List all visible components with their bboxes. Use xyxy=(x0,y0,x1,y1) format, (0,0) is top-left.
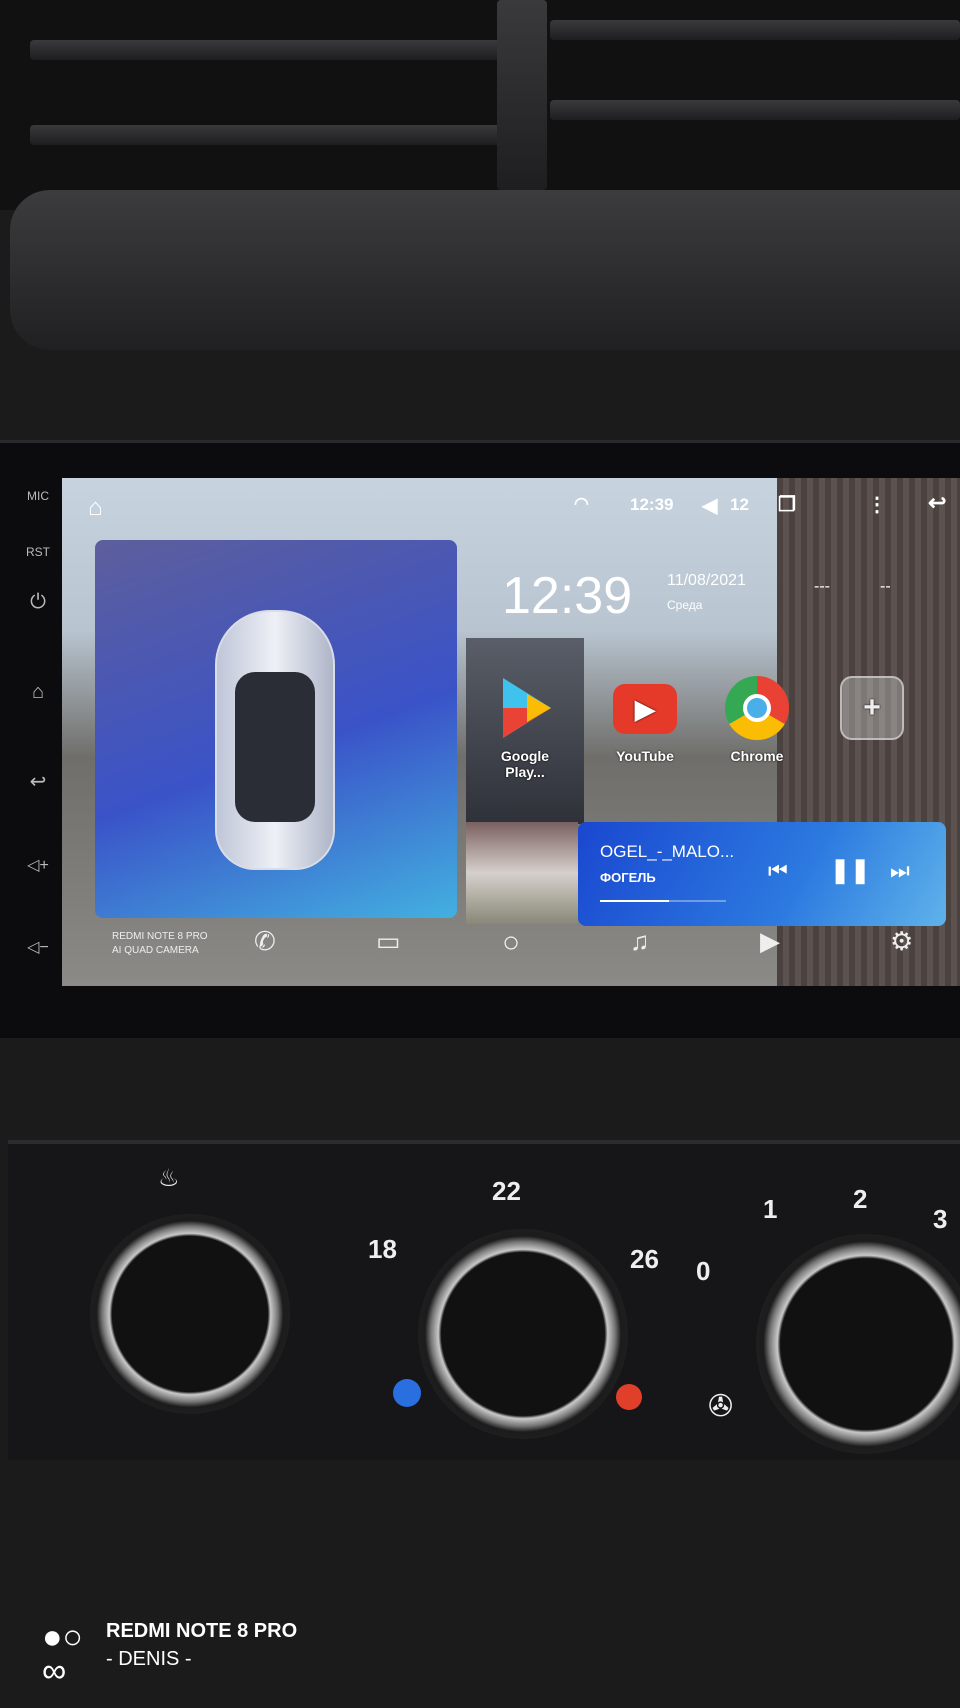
app-chrome[interactable]: Chrome xyxy=(712,676,802,764)
status-bar: ⌂ ◠ 12:39 ◀ 12 ❐ ⋮ ↩ xyxy=(62,478,960,534)
pause-icon[interactable]: ❚❚ xyxy=(830,856,870,885)
radio-icon[interactable]: ▭ xyxy=(376,926,401,957)
clock-widget[interactable]: 12:39 xyxy=(502,566,632,626)
fan-speed-knob[interactable] xyxy=(756,1234,960,1454)
dashboard-trim xyxy=(10,190,960,350)
climate-control-panel: ♨ 18 22 26 0 1 2 3 ✇ xyxy=(8,1140,960,1460)
reset-button[interactable]: RST xyxy=(8,545,68,559)
power-icon[interactable]: ⏻ xyxy=(8,591,68,614)
fan-label-1: 1 xyxy=(763,1194,778,1224)
status-time: 12:39 xyxy=(630,495,674,514)
back-icon[interactable]: ↩ xyxy=(928,490,946,516)
car-top-view-image xyxy=(215,610,335,870)
music-widget[interactable]: OGEL_-_MALO... ФОГЕЛЬ ⏮ ❚❚ ⏭ xyxy=(578,822,946,926)
google-play-icon xyxy=(493,676,557,740)
home-icon[interactable]: ⌂ xyxy=(88,494,103,522)
volume-level: 12 xyxy=(730,495,749,514)
fan-label-0: 0 xyxy=(696,1256,711,1286)
chrome-icon xyxy=(725,676,789,740)
app-google-play[interactable]: Google Play... xyxy=(480,676,570,780)
fan-label-3: 3 xyxy=(933,1204,948,1234)
progress-bar[interactable] xyxy=(600,900,726,902)
next-track-icon[interactable]: ⏭ xyxy=(890,858,910,884)
previous-track-icon[interactable]: ⏮ xyxy=(768,858,788,884)
weather-extra: -- xyxy=(880,578,891,595)
clock-time: 12:39 xyxy=(502,567,633,625)
add-app-icon: + xyxy=(840,676,904,740)
weather-temp: --- xyxy=(814,578,830,595)
volume-up-icon[interactable]: ◁+ xyxy=(8,855,68,875)
clock-weekday: Среда xyxy=(667,598,703,612)
temperature-knob[interactable] xyxy=(418,1229,628,1439)
head-unit-screen: ⌂ ◠ 12:39 ◀ 12 ❐ ⋮ ↩ 12:39 11/08/2021 Ср… xyxy=(62,478,960,986)
youtube-icon: ▶ xyxy=(613,684,677,734)
music-icon[interactable]: ♫ xyxy=(630,926,650,957)
air-vent xyxy=(0,0,960,210)
home-side-icon[interactable]: ⌂ xyxy=(8,681,68,704)
fan-label-2: 2 xyxy=(853,1184,868,1214)
clock-date: 11/08/2021 xyxy=(667,572,746,589)
album-art xyxy=(466,822,578,924)
air-direction-knob[interactable] xyxy=(90,1214,290,1414)
add-app-button[interactable]: + xyxy=(827,676,917,748)
settings-icon[interactable]: ⚙ xyxy=(890,926,913,957)
app-youtube[interactable]: ▶ YouTube xyxy=(600,676,690,764)
fan-icon: ✇ xyxy=(708,1390,734,1423)
volume-down-icon[interactable]: ◁− xyxy=(8,937,68,957)
temp-label-18: 18 xyxy=(368,1234,397,1264)
home-circle-icon[interactable]: ○ xyxy=(502,926,520,960)
video-icon[interactable]: ▶ xyxy=(760,926,780,957)
wifi-icon: ◠ xyxy=(574,494,589,513)
temp-label-22: 22 xyxy=(492,1176,521,1206)
mic-label: MIC xyxy=(27,489,49,503)
track-title: OGEL_-_MALO... xyxy=(600,842,735,861)
cold-indicator xyxy=(393,1379,421,1407)
photo-watermark-overlay: REDMI NOTE 8 PRO AI QUAD CAMERA xyxy=(112,931,208,956)
track-artist: ФОГЕЛЬ xyxy=(600,870,656,885)
hot-indicator xyxy=(616,1384,642,1410)
more-icon[interactable]: ⋮ xyxy=(867,492,887,517)
phone-icon[interactable]: ✆ xyxy=(254,926,276,957)
car-status-card[interactable] xyxy=(95,540,457,918)
camera-logo-icon: ●○ ∞ xyxy=(42,1618,84,1690)
volume-icon[interactable]: ◀ xyxy=(702,493,717,518)
back-side-icon[interactable]: ↩ xyxy=(8,769,68,794)
defrost-icon: ♨ xyxy=(158,1165,180,1192)
recent-apps-icon[interactable]: ❐ xyxy=(778,492,796,517)
temp-label-26: 26 xyxy=(630,1244,659,1274)
